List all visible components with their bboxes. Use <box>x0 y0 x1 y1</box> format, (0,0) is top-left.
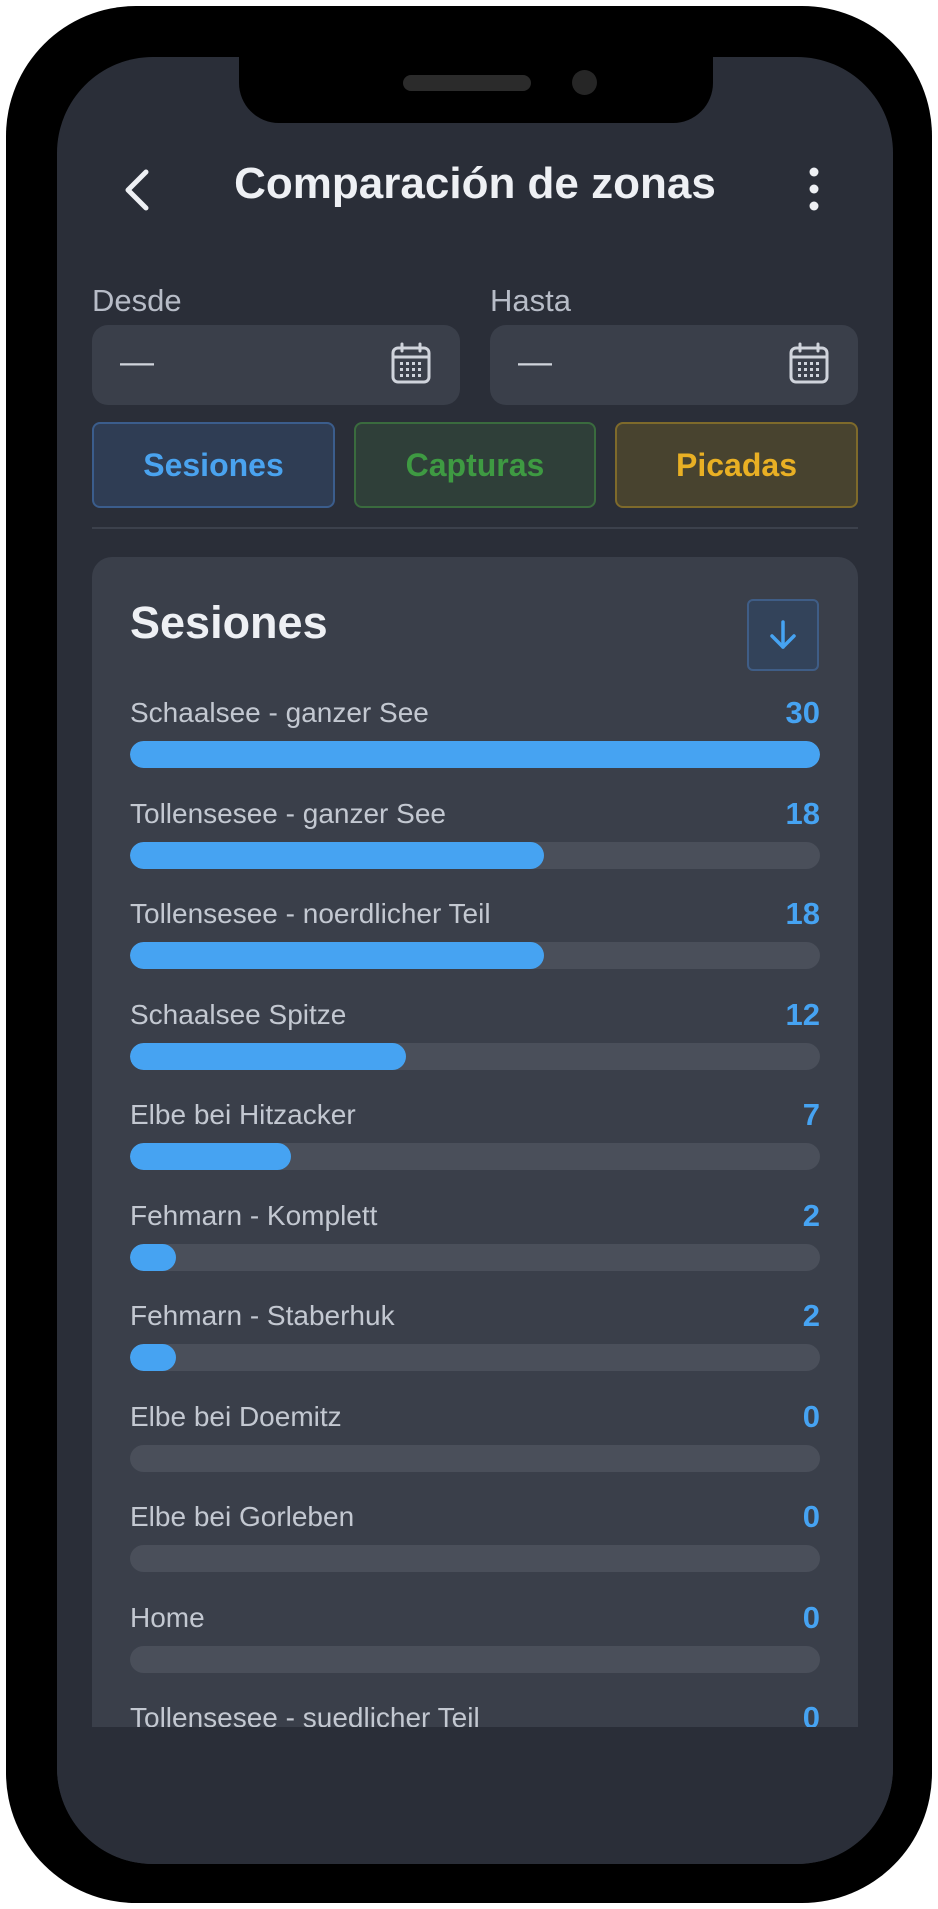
progress-fill <box>130 741 820 768</box>
card-title: Sesiones <box>130 597 328 648</box>
zone-value: 30 <box>785 695 820 730</box>
zone-row[interactable]: Elbe bei Gorleben 0 <box>130 1499 820 1602</box>
to-date-value: — <box>518 343 552 381</box>
progress-track <box>130 841 820 869</box>
zone-label: Elbe bei Doemitz <box>130 1400 342 1432</box>
zone-value: 2 <box>802 1298 820 1333</box>
zone-row[interactable]: Home 0 <box>130 1599 820 1703</box>
camera <box>572 70 597 95</box>
progress-fill <box>130 1143 291 1170</box>
zone-row[interactable]: Tollensesee - suedlicher Teil 0 <box>130 1700 820 1727</box>
zone-label: Tollensesee - noerdlicher Teil <box>130 898 491 929</box>
to-date-field[interactable]: — <box>490 325 858 405</box>
zone-row[interactable]: Tollensesee - noerdlicher Teil 18 <box>130 896 820 999</box>
picadas-button[interactable]: Picadas <box>615 422 858 508</box>
zone-value: 18 <box>785 795 820 831</box>
calendar-icon[interactable] <box>788 342 830 386</box>
zone-value: 0 <box>802 1700 820 1727</box>
sesiones-button[interactable]: Sesiones <box>92 422 335 508</box>
zone-row[interactable]: Schaalsee Spitze 12 <box>130 996 820 1100</box>
zone-value: 0 <box>802 1398 820 1434</box>
from-label: Desde <box>92 283 182 318</box>
progress-track <box>130 1143 820 1170</box>
progress-track <box>130 1344 820 1371</box>
progress-track <box>130 942 820 969</box>
app-header: Comparación de zonas <box>57 137 893 237</box>
zone-label: Schaalsee - ganzer See <box>130 697 429 728</box>
bottom-area <box>57 1727 893 1864</box>
zone-list: Schaalsee - ganzer See 30 Tollensesee - ga… <box>130 695 820 1727</box>
progress-track <box>130 741 820 768</box>
zone-row[interactable]: Elbe bei Hitzacker 7 <box>130 1097 820 1200</box>
progress-track <box>130 1545 820 1572</box>
zone-label: Home <box>130 1601 205 1633</box>
capturas-button[interactable]: Capturas <box>354 422 596 508</box>
from-date-field[interactable]: — <box>92 325 460 405</box>
zone-value: 0 <box>802 1599 820 1635</box>
zone-row[interactable]: Fehmarn - Komplett 2 <box>130 1197 820 1301</box>
phone-frame: Comparación de zonas Desde — Hasta — Ses… <box>6 6 932 1903</box>
back-button[interactable] <box>109 162 165 218</box>
app-screen: Comparación de zonas Desde — Hasta — Ses… <box>57 57 893 1864</box>
zone-row[interactable]: Fehmarn - Staberhuk 2 <box>130 1298 820 1401</box>
divider <box>92 527 858 529</box>
progress-fill <box>130 841 544 869</box>
progress-track <box>130 1645 820 1673</box>
calendar-icon[interactable] <box>390 342 432 386</box>
zone-value: 0 <box>802 1499 820 1534</box>
zone-label: Schaalsee Spitze <box>130 998 347 1030</box>
zone-row[interactable]: Elbe bei Doemitz 0 <box>130 1398 820 1502</box>
zone-value: 2 <box>802 1197 820 1233</box>
chevron-left-icon <box>125 169 149 211</box>
zone-label: Elbe bei Hitzacker <box>130 1099 356 1130</box>
progress-track <box>130 1243 820 1271</box>
progress-track <box>130 1444 820 1472</box>
zone-value: 7 <box>802 1097 820 1132</box>
zone-value: 18 <box>785 896 820 931</box>
zone-row[interactable]: Tollensesee - ganzer See 18 <box>130 795 820 899</box>
progress-fill <box>130 1042 406 1070</box>
zone-label: Fehmarn - Staberhuk <box>130 1300 395 1331</box>
progress-track <box>130 1042 820 1070</box>
zone-row[interactable]: Schaalsee - ganzer See 30 <box>130 695 820 798</box>
progress-fill <box>130 942 544 969</box>
arrow-down-icon <box>770 620 796 649</box>
zone-label: Tollensesee - ganzer See <box>130 797 446 829</box>
sort-button[interactable] <box>747 599 819 671</box>
page-title: Comparación de zonas <box>234 159 716 208</box>
speaker <box>403 75 531 91</box>
to-label: Hasta <box>490 283 571 318</box>
progress-fill <box>130 1344 176 1371</box>
zone-value: 12 <box>785 996 820 1032</box>
overflow-menu-button[interactable] <box>789 159 839 219</box>
zone-label: Elbe bei Gorleben <box>130 1501 355 1532</box>
zone-label: Tollensesee - suedlicher Teil <box>130 1702 480 1727</box>
from-date-value: — <box>120 343 154 381</box>
more-vertical-icon <box>809 167 819 211</box>
progress-fill <box>130 1243 176 1271</box>
zone-comparison-card: Sesiones Schaalsee - ganzer See 30 Tollens… <box>92 557 858 1727</box>
zone-label: Fehmarn - Komplett <box>130 1199 378 1231</box>
